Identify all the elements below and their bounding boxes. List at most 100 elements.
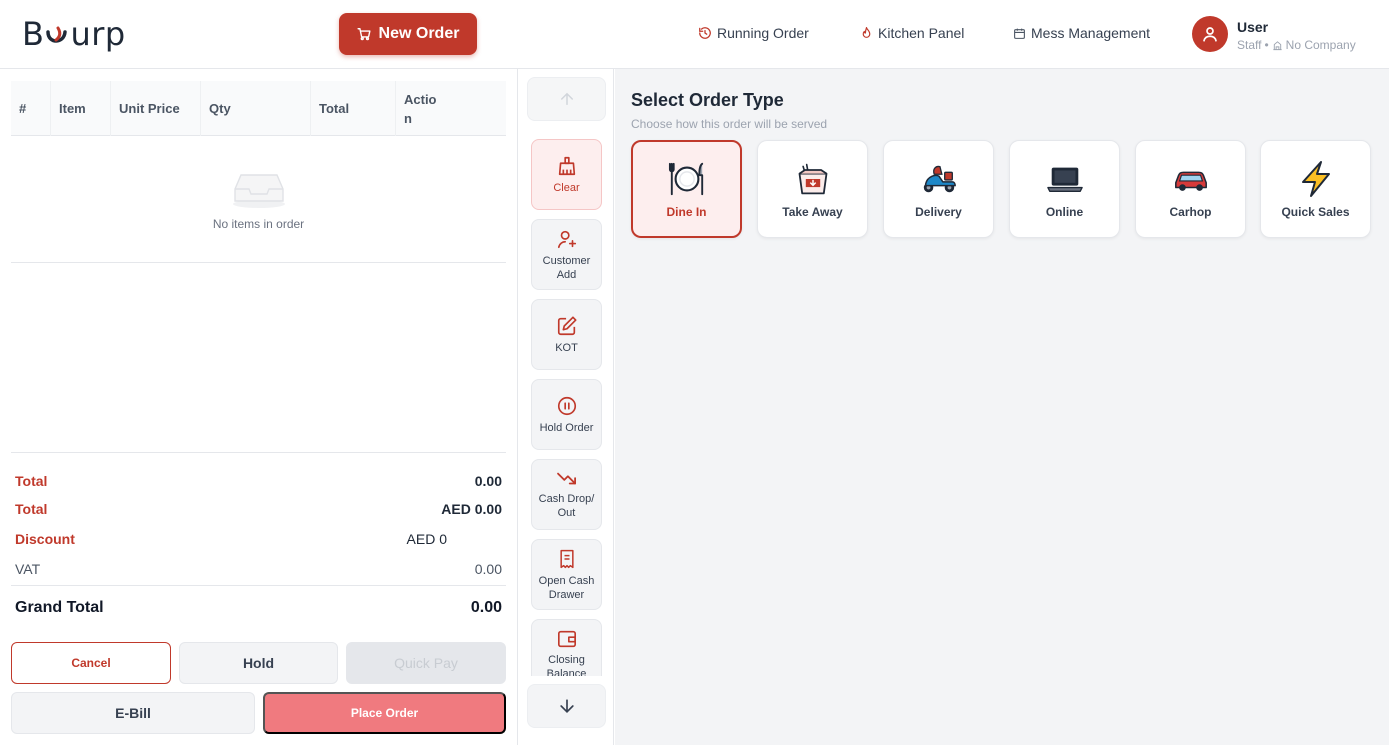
col-action: Actio n xyxy=(395,81,437,136)
quick-pay-button[interactable]: Quick Pay xyxy=(346,642,506,684)
order-type-panel: Select Order Type Choose how this order … xyxy=(615,69,1389,745)
ebill-button[interactable]: E-Bill xyxy=(11,692,255,734)
col-unit-price: Unit Price xyxy=(110,81,200,136)
inbox-icon xyxy=(232,174,285,208)
user-plus-icon xyxy=(557,230,576,248)
order-type-title: Select Order Type xyxy=(631,90,784,110)
order-type-subtitle: Choose how this order will be served xyxy=(631,117,828,131)
trending-down-icon xyxy=(556,472,576,484)
order-totals: Total 0.00 Total AED 0.00 Discount AED 0… xyxy=(11,452,506,616)
order-table-header: # Item Unit Price Qty Total Actio n xyxy=(11,81,506,136)
order-type-delivery[interactable]: Delivery xyxy=(883,140,994,238)
nav-kitchen-panel-label: Kitchen Panel xyxy=(878,25,965,41)
user-role: Staff xyxy=(1237,38,1262,52)
user-separator: • xyxy=(1264,38,1269,52)
lightning-icon xyxy=(1296,159,1336,199)
order-type-dine-in[interactable]: Dine In xyxy=(631,140,742,238)
nav-kitchen-panel[interactable]: Kitchen Panel xyxy=(860,25,964,41)
order-type-take-away[interactable]: Take Away xyxy=(757,140,868,238)
open-cash-drawer-action-label: Open Cash Drawer xyxy=(538,574,595,601)
nav-mess-management[interactable]: Mess Management xyxy=(1013,25,1150,41)
cancel-button[interactable]: Cancel xyxy=(11,642,171,684)
vat-row: VAT 0.00 xyxy=(15,561,502,577)
total-currency-value: AED 0.00 xyxy=(441,501,502,517)
place-order-button[interactable]: Place Order xyxy=(263,692,506,734)
action-sidebar: Clear Customer Add KOT Hold Order Cash D… xyxy=(519,69,614,745)
order-type-quick-sales-label: Quick Sales xyxy=(1281,205,1350,219)
scroll-down-button[interactable] xyxy=(527,684,606,728)
logo-swirl-icon xyxy=(44,18,70,50)
col-total: Total xyxy=(310,81,395,136)
vat-value: 0.00 xyxy=(474,561,502,577)
clear-action-button[interactable]: Clear xyxy=(531,139,602,210)
hold-order-action-label: Hold Order xyxy=(539,421,594,434)
total-row: Total 0.00 xyxy=(15,473,502,489)
nav-running-order-label: Running Order xyxy=(717,25,809,41)
takeout-box-icon xyxy=(793,159,833,199)
order-type-dine-in-label: Dine In xyxy=(666,205,707,219)
hold-order-action-button[interactable]: Hold Order xyxy=(531,379,602,450)
user-icon xyxy=(1203,27,1217,42)
receipt-icon xyxy=(559,549,574,568)
grand-total-divider xyxy=(11,585,506,586)
discount-value[interactable]: AED 0 xyxy=(407,531,447,547)
clear-action-label: Clear xyxy=(553,181,580,194)
plate-cutlery-icon xyxy=(667,159,707,199)
scroll-up-button[interactable] xyxy=(527,77,606,121)
order-type-delivery-label: Delivery xyxy=(915,205,962,219)
closing-balance-action-label: Closing Balance xyxy=(546,653,587,677)
order-type-online[interactable]: Online xyxy=(1009,140,1120,238)
user-name: User xyxy=(1237,19,1269,35)
open-cash-drawer-action-button[interactable]: Open Cash Drawer xyxy=(531,539,602,610)
arrow-up-icon xyxy=(560,92,573,105)
new-order-label: New Order xyxy=(378,25,460,42)
nav-mess-management-label: Mess Management xyxy=(1031,25,1151,41)
action-list-clip: Closing Balance xyxy=(519,614,614,676)
order-type-online-label: Online xyxy=(1045,205,1084,219)
order-type-quick-sales[interactable]: Quick Sales xyxy=(1260,140,1371,238)
scooter-icon xyxy=(919,159,959,199)
laptop-icon xyxy=(1045,159,1085,199)
order-type-carhop-label: Carhop xyxy=(1169,205,1212,219)
building-icon xyxy=(1273,40,1282,50)
empty-order-state: No items in order xyxy=(11,136,506,263)
order-type-take-away-label: Take Away xyxy=(782,205,843,219)
cart-icon xyxy=(356,28,371,41)
total-label: Total xyxy=(15,473,48,489)
app-logo[interactable]: B urp xyxy=(22,14,126,54)
nav-running-order[interactable]: Running Order xyxy=(698,25,809,41)
logo-text-start: B xyxy=(22,15,45,53)
arrow-down-icon xyxy=(559,699,574,714)
vat-label: VAT xyxy=(15,561,41,577)
history-icon xyxy=(699,27,711,39)
cash-drop-action-button[interactable]: Cash Drop/ Out xyxy=(531,459,602,530)
pause-icon xyxy=(557,396,576,415)
col-item: Item xyxy=(50,81,110,136)
customer-add-action-button[interactable]: Customer Add xyxy=(531,219,602,290)
hold-button[interactable]: Hold xyxy=(179,642,338,684)
kot-action-button[interactable]: KOT xyxy=(531,299,602,370)
kot-action-label: KOT xyxy=(555,341,578,354)
wallet-icon xyxy=(557,630,576,647)
flame-icon xyxy=(862,26,871,38)
col-qty: Qty xyxy=(200,81,310,136)
top-header: B urp New Order Running Order Kitchen Pa… xyxy=(0,0,1389,69)
grand-total-value: 0.00 xyxy=(470,599,502,616)
user-company: No Company xyxy=(1285,38,1356,52)
order-type-carhop[interactable]: Carhop xyxy=(1135,140,1246,238)
edit-icon xyxy=(557,315,577,335)
total-currency-row: Total AED 0.00 xyxy=(15,501,502,517)
total-currency-label: Total xyxy=(15,501,48,517)
empty-order-text: No items in order xyxy=(212,217,305,231)
total-value: 0.00 xyxy=(474,473,502,489)
closing-balance-action-button[interactable]: Closing Balance xyxy=(531,619,602,676)
user-meta: Staff • No Company xyxy=(1237,38,1356,52)
new-order-button[interactable]: New Order xyxy=(339,13,477,55)
grand-total-label: Grand Total xyxy=(15,599,104,616)
broom-icon xyxy=(558,156,575,175)
col-index: # xyxy=(19,101,27,116)
user-avatar[interactable] xyxy=(1192,16,1228,52)
calendar-icon xyxy=(1014,28,1025,39)
grand-total-row: Grand Total 0.00 xyxy=(15,599,502,617)
customer-add-action-label: Customer Add xyxy=(542,254,591,281)
